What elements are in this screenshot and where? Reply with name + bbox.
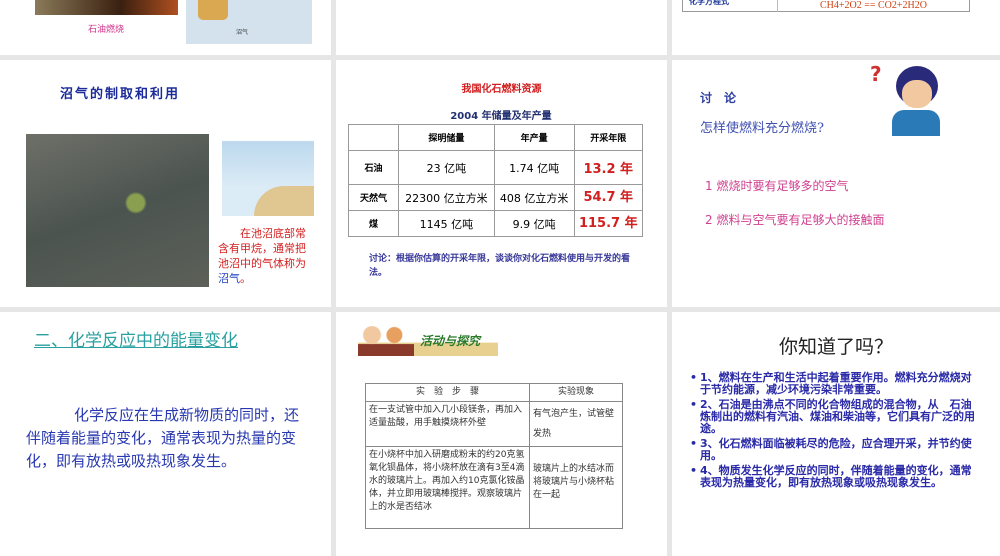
slide-thumbnail-7[interactable]: 二、化学反应中的能量变化 化学反应在生成新物质的同时，还伴随着能量的变化，通常表… [0,312,331,556]
row-label: 煤 [348,210,399,237]
cell: 玻璃片上的水结冰而将玻璃片与小烧杯粘在一起 [529,446,623,529]
slide-thumbnail-4[interactable]: 沼气的制取和利用 在池沼底部常含有甲烷，通常把池沼中的气体称为沼气。 [0,60,331,307]
slide-thumbnail-3[interactable]: 化学方程式 点燃CH4+2O2 == CO2+2H2O [672,0,1000,55]
question-mark-icon: ? [870,62,882,86]
oil-fire-caption: 石油燃烧 [88,25,125,35]
device-label: 沼气 [236,29,249,36]
activity-banner: 活动与探究 [358,326,498,356]
header-cell: 探明储量 [398,124,495,151]
slide-thumbnail-2[interactable] [336,0,667,55]
experiment-table: 实 验 步 骤实验现象 在一支试管中加入几小段镁条，再加入适量盐酸，用手触摸烧杯… [365,383,623,529]
cell: 13.2 年 [573,150,644,185]
discussion-label: 讨 论 [700,91,737,105]
fossil-table: 探明储量 年产量 开采年限 石油 23 亿吨 1.74 亿吨 13.2 年 天然气 2230… [348,124,644,237]
slide-title: 你知道了吗？ [778,336,893,358]
cell: 115.7 年 [573,210,644,237]
energy-paragraph: 化学反应在生成新物质的同时，还伴随着能量的变化，通常表现为热量的变化，即有放热或… [26,406,300,470]
header-cell: 实 验 步 骤 [365,383,530,402]
cell: 1145 亿吨 [398,210,495,237]
slide-thumbnail-6[interactable]: 讨 论 怎样使燃料充分燃烧? ? 1 燃烧时要有足够多的空气 2 燃料与空气要有… [672,60,1000,307]
biogas-description: 在池沼底部常含有甲烷，通常把池沼中的气体称为沼气。 [218,226,310,286]
summary-item: 3、化石燃料面临被耗尽的危险，应合理开采，并节约使用。 [690,438,980,462]
equation: CH4+2O2 == CO2+2H2O [819,0,927,11]
highlight-text: 沼气 [218,272,240,285]
answer-1: 1 燃烧时要有足够多的空气 [705,179,849,193]
header-cell: 实验现象 [529,383,623,402]
slide-thumbnail-8[interactable]: 活动与探究 实 验 步 骤实验现象 在一支试管中加入几小段镁条，再加入适量盐酸，… [336,312,667,556]
cell: 在小烧杯中加入研磨成粉末的约20克氢氧化钡晶体，将小烧杯放在滴有3至4滴水的玻璃… [365,446,530,529]
cell: 在一支试管中加入几小段镁条，再加入适量盐酸，用手触摸烧杯外壁 [365,401,530,447]
slide-title: 我国化石燃料资源 [461,84,542,95]
slide-thumbnail-1[interactable]: 石油燃烧 沼气 [0,0,331,55]
slide-title: 二、化学反应中的能量变化 [34,331,238,351]
equation-table: 化学方程式 点燃CH4+2O2 == CO2+2H2O [682,0,970,12]
pond-photo [26,134,209,287]
header-cell: 开采年限 [573,124,644,151]
description-end: 。 [240,272,251,285]
cell: 408 亿立方米 [493,184,575,211]
equation-row-label: 化学方程式 [682,0,778,12]
summary-list: 1、燃料在生产和生活中起着重要作用。燃料充分燃烧对于节约能源，减少环境污染非常重… [690,372,980,492]
header-cell [348,124,399,151]
row-label: 石油 [348,150,399,185]
slide-thumbnail-9[interactable]: 你知道了吗？ 1、燃料在生产和生活中起着重要作用。燃料充分燃烧对于节约能源，减少… [672,312,1000,556]
question-text: 怎样使燃料充分燃烧? [700,121,824,136]
description-text: 在池沼底部常含有甲烷，通常把池沼中的气体称为 [218,227,306,270]
summary-item: 1、燃料在生产和生活中起着重要作用。燃料充分燃烧对于节约能源，减少环境污染非常重… [690,372,980,396]
banner-text: 活动与探究 [420,334,481,348]
slide-title: 沼气的制取和利用 [60,87,181,102]
answer-2: 2 燃料与空气要有足够大的接触面 [705,213,885,227]
kids-icon [358,326,414,356]
slide-thumbnail-5[interactable]: 我国化石燃料资源 2004 年储量及年产量 探明储量 年产量 开采年限 石油 23 亿… [336,60,667,307]
oil-fire-image [35,0,178,15]
cell: 54.7 年 [573,184,644,211]
header-cell: 年产量 [493,124,575,151]
discussion-text: 讨论：根据你估算的开采年限，谈谈你对化石燃料使用与开发的看法。 [369,254,631,278]
pond-diagram [222,124,314,216]
cell: 23 亿吨 [398,150,495,185]
row-label: 天然气 [348,184,399,211]
biogas-device-image: 沼气 [186,0,312,44]
table-caption: 2004 年储量及年产量 [450,111,552,122]
cell: 有气泡产生，试管壁发热 [529,401,623,447]
thinking-boy-image [890,66,942,136]
cell: 9.9 亿吨 [493,210,575,237]
cell: 1.74 亿吨 [493,150,575,185]
summary-item: 4、物质发生化学反应的同时，伴随着能量的变化，通常表现为热量变化，即有放热现象或… [690,465,980,489]
cell: 22300 亿立方米 [398,184,495,211]
summary-item: 2、石油是由沸点不同的化合物组成的混合物，从 石油炼制出的燃料有汽油、煤油和柴油… [690,399,980,435]
